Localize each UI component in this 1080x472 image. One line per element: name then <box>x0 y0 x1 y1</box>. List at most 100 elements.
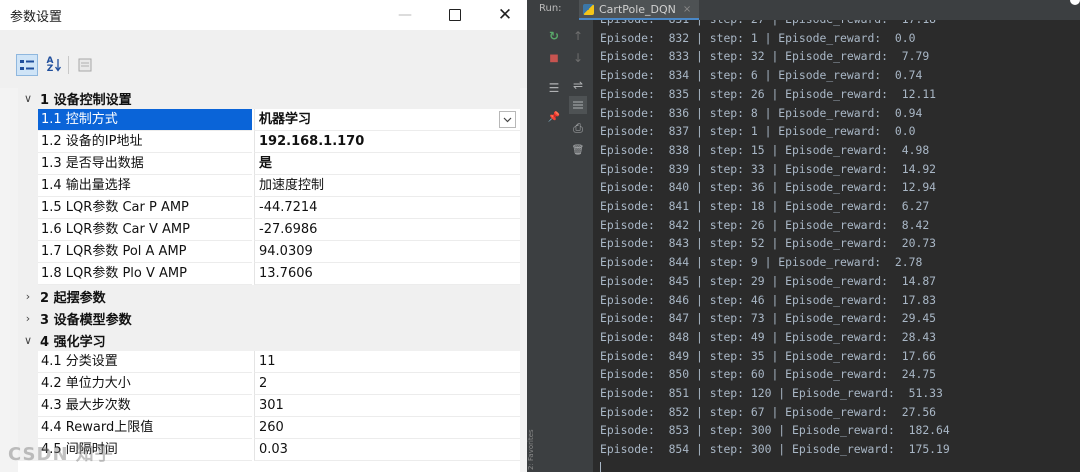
maximize-button[interactable] <box>432 0 478 30</box>
console-output[interactable]: Episode: 831 | step: 27 | Episode_reward… <box>593 20 1080 472</box>
property-name[interactable]: 1.7 LQR参数 Pol A AMP <box>38 241 252 263</box>
category-row[interactable]: › 2 起摆参数 <box>18 285 520 307</box>
property-row[interactable]: 1.4 输出量选择 加速度控制 <box>18 175 520 197</box>
window-title: 参数设置 <box>10 10 63 25</box>
category-row[interactable]: ∨ 1 设备控制设置 <box>18 87 520 109</box>
run-tab-cartpole[interactable]: CartPole_DQN × <box>579 0 700 20</box>
stop-icon[interactable]: ■ <box>545 49 563 67</box>
property-name[interactable]: 1.3 是否导出数据 <box>38 153 252 175</box>
category-label: 1 设备控制设置 <box>40 93 132 108</box>
property-row[interactable]: 1.3 是否导出数据是 <box>18 153 520 175</box>
property-row[interactable]: 4.3 最大步次数 301 <box>18 395 520 417</box>
property-name[interactable]: 4.5 间隔时间 <box>38 439 252 461</box>
console-line: Episode: 854 | step: 300 | Episode_rewar… <box>600 442 950 457</box>
soft-wrap-icon[interactable]: ⇌ <box>569 76 587 94</box>
alphabetical-sort-icon: A Z <box>46 56 54 74</box>
property-row[interactable]: 1.1 控制方式 机器学习 <box>18 109 520 131</box>
property-row[interactable]: 1.5 LQR参数 Car P AMP -44.7214 <box>18 197 520 219</box>
property-name[interactable]: 4.1 分类设置 <box>38 351 252 373</box>
property-name[interactable]: 1.5 LQR参数 Car P AMP <box>38 197 252 219</box>
property-name[interactable]: 1.1 控制方式 <box>38 109 252 131</box>
property-value[interactable]: 260 <box>254 417 520 439</box>
collapse-chevron-icon[interactable]: ∨ <box>18 87 38 109</box>
property-value[interactable]: 2 <box>254 373 520 395</box>
close-button[interactable]: ✕ <box>482 0 527 30</box>
property-pages-button[interactable] <box>74 54 96 76</box>
property-name[interactable]: 1.8 LQR参数 Plo V AMP <box>38 263 252 285</box>
console-line: Episode: 842 | step: 26 | Episode_reward… <box>600 217 930 232</box>
console-line: Episode: 835 | step: 26 | Episode_reward… <box>600 86 937 101</box>
property-name[interactable]: 4.4 Reward上限值 <box>38 417 252 439</box>
property-pages-icon <box>78 58 92 72</box>
property-row[interactable]: 4.1 分类设置 11 <box>18 351 520 373</box>
property-value[interactable]: 94.0309 <box>254 241 520 263</box>
property-value-text: 13.7606 <box>259 266 313 281</box>
minimize-button[interactable]: — <box>382 0 428 30</box>
scroll-up-icon[interactable]: ↑ <box>569 27 587 45</box>
console-line: Episode: 849 | step: 35 | Episode_reward… <box>600 348 937 363</box>
property-name[interactable]: 4.3 最大步次数 <box>38 395 252 417</box>
property-settings-window: 参数设置 — ✕ A Z ∨ 1 设备控制设置 1.1 控制方式 机器学习 1.… <box>0 0 528 472</box>
window-titlebar[interactable]: 参数设置 — ✕ <box>0 0 527 30</box>
property-value[interactable]: 是 <box>254 153 520 175</box>
property-value-text: 94.0309 <box>259 244 313 259</box>
console-line: Episode: 834 | step: 6 | Episode_reward:… <box>600 68 923 83</box>
console-line: Episode: 836 | step: 8 | Episode_reward:… <box>600 105 923 120</box>
row-margin <box>18 131 38 153</box>
property-value[interactable]: 机器学习 <box>254 109 520 131</box>
chevron-down-icon <box>503 117 512 122</box>
console-line: Episode: 843 | step: 52 | Episode_reward… <box>600 236 937 251</box>
property-value[interactable]: 301 <box>254 395 520 417</box>
property-row[interactable]: 1.7 LQR参数 Pol A AMP 94.0309 <box>18 241 520 263</box>
property-value[interactable]: 11 <box>254 351 520 373</box>
expand-chevron-icon[interactable]: › <box>18 285 38 307</box>
console-line: Episode: 831 | step: 27 | Episode_reward… <box>600 20 936 29</box>
row-margin <box>18 395 38 417</box>
category-row[interactable]: ∨ 4 强化学习 <box>18 329 520 351</box>
row-margin <box>18 417 38 439</box>
tab-close-icon[interactable]: × <box>683 4 691 15</box>
property-name[interactable]: 1.2 设备的IP地址 <box>38 131 252 153</box>
categorized-view-button[interactable] <box>16 54 38 76</box>
property-row[interactable]: 4.4 Reward上限值 260 <box>18 417 520 439</box>
collapse-chevron-icon[interactable]: ∨ <box>18 329 38 351</box>
property-value[interactable]: -27.6986 <box>254 219 520 241</box>
property-name[interactable]: 4.2 单位力大小 <box>38 373 252 395</box>
property-value-text: 11 <box>259 354 276 369</box>
clear-all-icon[interactable]: 🗑 <box>569 141 587 159</box>
left-tool-strip: 2: Favorites <box>527 0 537 472</box>
pin-tab-icon[interactable]: 📌 <box>545 108 563 126</box>
property-value-text: 301 <box>259 398 284 413</box>
layout-icon[interactable]: ☰ <box>545 79 563 97</box>
property-value-text: 加速度控制 <box>259 178 325 193</box>
run-tab-title: CartPole_DQN <box>599 2 676 16</box>
sort-arrow-icon <box>55 59 61 72</box>
property-row[interactable]: 1.8 LQR参数 Plo V AMP 13.7606 <box>18 263 520 285</box>
property-value-text: -27.6986 <box>259 222 318 237</box>
row-margin <box>18 197 38 219</box>
rerun-icon[interactable]: ↻ <box>545 27 563 45</box>
row-margin <box>18 439 38 461</box>
property-value[interactable]: 0.03 <box>254 439 520 461</box>
property-name[interactable]: 1.4 输出量选择 <box>38 175 252 197</box>
property-value-text: 是 <box>259 156 273 171</box>
alphabetical-view-button[interactable]: A Z <box>42 54 64 76</box>
property-row[interactable]: 4.2 单位力大小 2 <box>18 373 520 395</box>
console-line: Episode: 840 | step: 36 | Episode_reward… <box>600 180 937 195</box>
property-row[interactable]: 4.5 间隔时间 0.03 <box>18 439 520 461</box>
property-value-text: -44.7214 <box>259 200 318 215</box>
property-value[interactable]: 加速度控制 <box>254 175 520 197</box>
scroll-to-end-icon[interactable] <box>569 96 587 114</box>
dropdown-button[interactable] <box>499 111 516 128</box>
property-row[interactable]: 1.2 设备的IP地址 192.168.1.170 <box>18 131 520 153</box>
property-row[interactable]: 1.6 LQR参数 Car V AMP -27.6986 <box>18 219 520 241</box>
print-icon[interactable]: ⎙ <box>569 119 587 137</box>
property-value[interactable]: 13.7606 <box>254 263 520 285</box>
category-row[interactable]: › 3 设备模型参数 <box>18 307 520 329</box>
property-value[interactable]: -44.7214 <box>254 197 520 219</box>
scroll-down-icon[interactable]: ↓ <box>569 49 587 67</box>
favorites-vertical-tab[interactable]: 2: Favorites <box>527 390 537 470</box>
property-value[interactable]: 192.168.1.170 <box>254 131 520 153</box>
expand-chevron-icon[interactable]: › <box>18 307 38 329</box>
property-name[interactable]: 1.6 LQR参数 Car V AMP <box>38 219 252 241</box>
